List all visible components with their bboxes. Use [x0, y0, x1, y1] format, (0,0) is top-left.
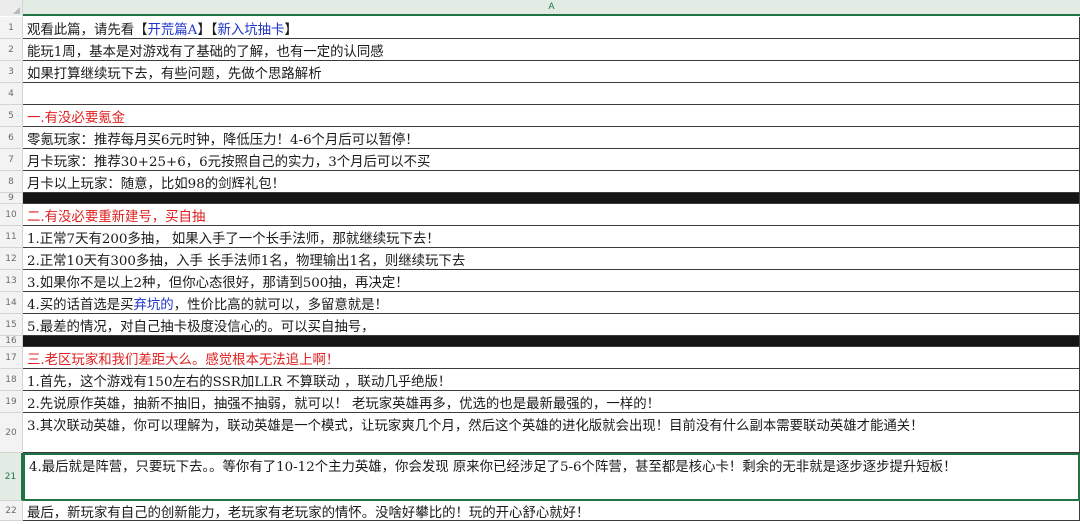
cell-text: 1.首先，这个游戏有150左右的SSR加LLR 不算联动 ，联动几乎绝版！: [27, 374, 452, 390]
cell[interactable]: [23, 336, 1080, 347]
row-number[interactable]: 13: [0, 270, 23, 292]
cell[interactable]: 3.其次联动英雄，你可以理解为，联动英雄是一个模式，让玩家爽几个月，然后这个英雄…: [23, 413, 1080, 453]
cell[interactable]: 2.正常10天有300多抽，入手 长手法师1名，物理输出1名，则继续玩下去: [23, 248, 1080, 270]
cell[interactable]: 二.有没必要重新建号，买自抽: [23, 204, 1080, 226]
cell-text: 4.最后就是阵营，只要玩下去。。等你有了10-12个主力英雄，你会发现 原来你已…: [29, 460, 957, 475]
cell-text: 4.买的话首选是买: [27, 297, 134, 313]
cell-text: 】【: [197, 22, 218, 38]
cell[interactable]: 如果打算继续玩下去，有些问题，先做个思路解析: [23, 61, 1080, 83]
column-header-bar: A: [0, 0, 1080, 16]
row-number[interactable]: 8: [0, 171, 23, 193]
row-number[interactable]: 9: [0, 193, 23, 204]
cell-text: 1.正常7天有200多抽， 如果入手了一个长手法师，那就继续玩下去！: [27, 231, 440, 247]
cell[interactable]: 最后，新玩家有自己的创新能力，老玩家有老玩家的情怀。没啥好攀比的！玩的开心舒心就…: [23, 501, 1080, 521]
table-row: 21 4.最后就是阵营，只要玩下去。。等你有了10-12个主力英雄，你会发现 原来…: [0, 453, 1080, 501]
cell[interactable]: 观看此篇，请先看【 开荒篇A 】【 新入坑抽卡】: [23, 17, 1080, 39]
table-row: 11 1.正常7天有200多抽， 如果入手了一个长手法师，那就继续玩下去！: [0, 226, 1080, 248]
cell[interactable]: 一.有没必要氪金: [23, 105, 1080, 127]
cell-text: 2.先说原作英雄，抽新不抽旧，抽强不抽弱，就可以！ 老玩家英雄再多，优选的也是最…: [27, 396, 660, 412]
highlighted-text: 新入坑抽卡: [217, 22, 285, 38]
cell-text: 二.有没必要重新建号，买自抽: [27, 209, 206, 225]
row-number[interactable]: 7: [0, 149, 23, 171]
table-row: 2 能玩1周，基本是对游戏有了基础的了解，也有一定的认同感: [0, 39, 1080, 61]
cell-text: 5.最差的情况，对自己抽卡极度没信心的。可以买自抽号，: [27, 319, 375, 335]
highlighted-text: 开荒篇A: [147, 22, 198, 38]
table-row: 12 2.正常10天有300多抽，入手 长手法师1名，物理输出1名，则继续玩下去: [0, 248, 1080, 270]
cell-text: 三.老区玩家和我们差距大么。感觉根本无法追上啊！: [27, 352, 340, 368]
table-row: 19 2.先说原作英雄，抽新不抽旧，抽强不抽弱，就可以！ 老玩家英雄再多，优选的也…: [0, 391, 1080, 413]
cell-text: 2.正常10天有300多抽，入手 长手法师1名，物理输出1名，则继续玩下去: [27, 253, 466, 269]
column-header-a[interactable]: A: [23, 0, 1080, 16]
cell[interactable]: 月卡以上玩家：随意，比如98的剑辉礼包！: [23, 171, 1080, 193]
select-all-corner[interactable]: [0, 0, 23, 16]
row-number[interactable]: 14: [0, 292, 23, 314]
table-row: 8 月卡以上玩家：随意，比如98的剑辉礼包！: [0, 171, 1080, 193]
cell[interactable]: 1.正常7天有200多抽， 如果入手了一个长手法师，那就继续玩下去！: [23, 226, 1080, 248]
table-row: 13 3.如果你不是以上2种，但你心态很好，那请到500抽，再决定！: [0, 270, 1080, 292]
cell-text: 月卡以上玩家：随意，比如98的剑辉礼包！: [27, 176, 286, 192]
table-row: 7 月卡玩家：推荐30+25+6，6元按照自己的实力，3个月后可以不买: [0, 149, 1080, 171]
row-number[interactable]: 22: [0, 501, 23, 521]
table-row: 10 二.有没必要重新建号，买自抽: [0, 204, 1080, 226]
cell[interactable]: 5.最差的情况，对自己抽卡极度没信心的。可以买自抽号，: [23, 314, 1080, 336]
selected-cell[interactable]: 4.最后就是阵营，只要玩下去。。等你有了10-12个主力英雄，你会发现 原来你已…: [23, 453, 1080, 501]
table-row: 3 如果打算继续玩下去，有些问题，先做个思路解析: [0, 61, 1080, 83]
select-all-triangle-icon: [13, 7, 20, 14]
cell[interactable]: 2.先说原作英雄，抽新不抽旧，抽强不抽弱，就可以！ 老玩家英雄再多，优选的也是最…: [23, 391, 1080, 413]
table-row: 6 零氪玩家：推荐每月买6元时钟，降低压力！4-6个月后可以暂停！: [0, 127, 1080, 149]
row-number[interactable]: 5: [0, 105, 23, 127]
table-row: 14 4.买的话首选是买 弃坑的 ，性价比高的就可以，多留意就是！: [0, 292, 1080, 314]
cell[interactable]: 3.如果你不是以上2种，但你心态很好，那请到500抽，再决定！: [23, 270, 1080, 292]
cell-text: 一.有没必要氪金: [27, 110, 125, 126]
row-number[interactable]: 19: [0, 391, 23, 413]
row-number[interactable]: 15: [0, 314, 23, 336]
row-number[interactable]: 1: [0, 17, 23, 39]
table-row: 18 1.首先，这个游戏有150左右的SSR加LLR 不算联动 ，联动几乎绝版！: [0, 369, 1080, 391]
row-number[interactable]: 10: [0, 204, 23, 226]
row-number[interactable]: 2: [0, 39, 23, 61]
row-number[interactable]: 17: [0, 347, 23, 369]
table-row: 22 最后，新玩家有自己的创新能力，老玩家有老玩家的情怀。没啥好攀比的！玩的开心舒…: [0, 501, 1080, 521]
cell[interactable]: [23, 193, 1080, 204]
row-number[interactable]: 16: [0, 336, 23, 347]
cell[interactable]: 能玩1周，基本是对游戏有了基础的了解，也有一定的认同感: [23, 39, 1080, 61]
table-row: 15 5.最差的情况，对自己抽卡极度没信心的。可以买自抽号，: [0, 314, 1080, 336]
row-number[interactable]: 20: [0, 413, 23, 453]
cell-text: 零氪玩家：推荐每月买6元时钟，降低压力！4-6个月后可以暂停！: [27, 132, 419, 148]
cell-text: ，性价比高的就可以，多留意就是！: [173, 297, 388, 313]
spreadsheet: A 1 观看此篇，请先看【 开荒篇A 】【 新入坑抽卡】 2 能玩1周，基本是对游戏有了基础…: [0, 0, 1080, 524]
cell[interactable]: 零氪玩家：推荐每月买6元时钟，降低压力！4-6个月后可以暂停！: [23, 127, 1080, 149]
cell-text: 】: [284, 22, 298, 38]
table-row: 17 三.老区玩家和我们差距大么。感觉根本无法追上啊！: [0, 347, 1080, 369]
cell[interactable]: 4.买的话首选是买 弃坑的 ，性价比高的就可以，多留意就是！: [23, 292, 1080, 314]
cell-text: 观看此篇，请先看【: [27, 22, 148, 38]
cell[interactable]: 1.首先，这个游戏有150左右的SSR加LLR 不算联动 ，联动几乎绝版！: [23, 369, 1080, 391]
table-row: 9: [0, 193, 1080, 204]
cell-text: 月卡玩家：推荐30+25+6，6元按照自己的实力，3个月后可以不买: [27, 154, 431, 170]
cell[interactable]: 三.老区玩家和我们差距大么。感觉根本无法追上啊！: [23, 347, 1080, 369]
highlighted-text: 弃坑的: [133, 297, 174, 313]
cell[interactable]: [23, 83, 1080, 105]
table-row: 16: [0, 336, 1080, 347]
row-number[interactable]: 6: [0, 127, 23, 149]
row-number[interactable]: 18: [0, 369, 23, 391]
row-number[interactable]: 3: [0, 61, 23, 83]
table-row: 4: [0, 83, 1080, 105]
cell-text: 能玩1周，基本是对游戏有了基础的了解，也有一定的认同感: [27, 44, 384, 60]
cell-text: 最后，新玩家有自己的创新能力，老玩家有老玩家的情怀。没啥好攀比的！玩的开心舒心就…: [27, 505, 590, 521]
table-row: 20 3.其次联动英雄，你可以理解为，联动英雄是一个模式，让玩家爽几个月，然后这个…: [0, 413, 1080, 453]
row-number[interactable]: 12: [0, 248, 23, 270]
row-number[interactable]: 21: [0, 453, 23, 501]
cell-text: 如果打算继续玩下去，有些问题，先做个思路解析: [27, 66, 322, 82]
table-row: 5 一.有没必要氪金: [0, 105, 1080, 127]
cell-text: 3.其次联动英雄，你可以理解为，联动英雄是一个模式，让玩家爽几个月，然后这个英雄…: [27, 419, 924, 434]
table-row: 1 观看此篇，请先看【 开荒篇A 】【 新入坑抽卡】: [0, 17, 1080, 39]
row-number[interactable]: 11: [0, 226, 23, 248]
row-number[interactable]: 4: [0, 83, 23, 105]
cell-text: 3.如果你不是以上2种，但你心态很好，那请到500抽，再决定！: [27, 275, 409, 291]
cell[interactable]: 月卡玩家：推荐30+25+6，6元按照自己的实力，3个月后可以不买: [23, 149, 1080, 171]
